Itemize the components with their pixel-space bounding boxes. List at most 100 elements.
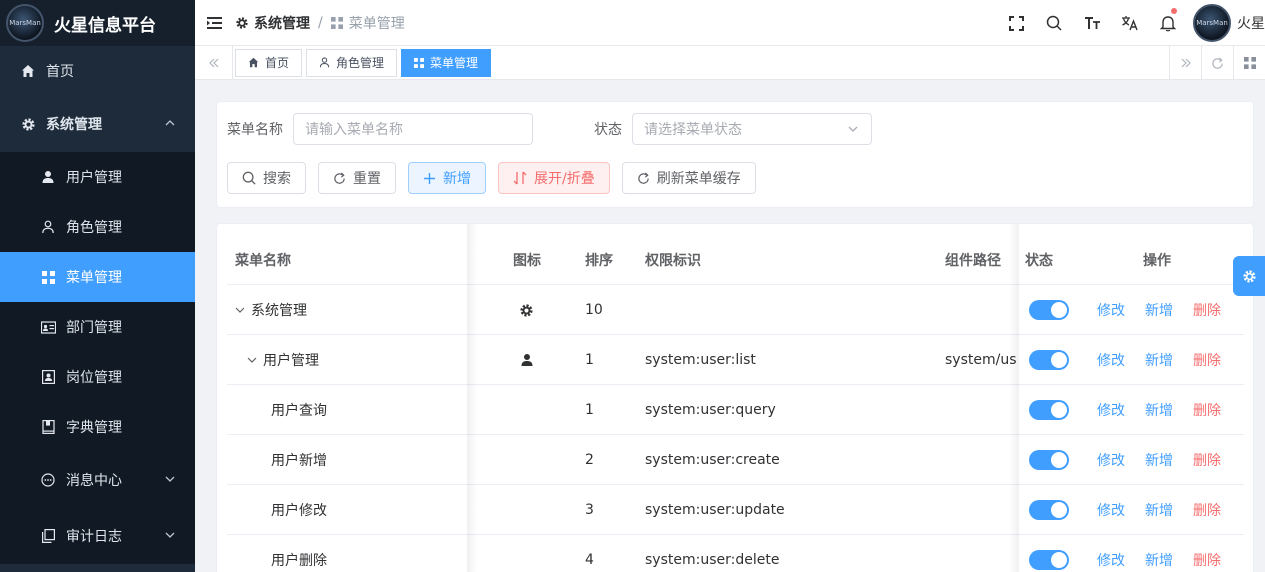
status-placeholder: 请选择菜单状态	[644, 122, 742, 138]
tab-menu[interactable]: 菜单管理	[401, 48, 492, 77]
table-row[interactable]: 用户删除 4 system:user:delete 修改 新增 删除	[227, 535, 1244, 572]
row-component	[945, 285, 1017, 335]
tab-role[interactable]: 角色管理	[306, 48, 398, 77]
expand-collapse-button[interactable]: 展开/折叠	[498, 162, 610, 194]
chevron-down-icon	[847, 123, 859, 139]
menu-name-placeholder: 请输入菜单名称	[305, 122, 403, 138]
delete-link[interactable]: 删除	[1193, 300, 1221, 320]
sidebar-item-system[interactable]: 系统管理	[0, 96, 195, 152]
edit-link[interactable]: 修改	[1097, 300, 1125, 320]
add-link[interactable]: 新增	[1145, 350, 1173, 370]
sidebar-item-label: 系统管理	[46, 117, 102, 133]
table-row[interactable]: 用户新增 2 system:user:create 修改 新增 删除	[227, 435, 1244, 485]
status-label: 状态	[594, 122, 622, 138]
bell-icon[interactable]	[1149, 0, 1187, 46]
sidebar-item-user[interactable]: 用户管理	[0, 152, 195, 202]
status-select[interactable]: 请选择菜单状态	[632, 113, 872, 145]
menu-name-input[interactable]: 请输入菜单名称	[293, 113, 533, 145]
search-icon[interactable]	[1035, 0, 1073, 46]
status-switch[interactable]	[1029, 385, 1069, 435]
user-name[interactable]: 火星	[1237, 13, 1265, 33]
top-navbar: 系统管理 / 菜单管理 MarsMan 火星	[195, 0, 1265, 46]
delete-link[interactable]: 删除	[1193, 350, 1221, 370]
grid-menu-icon[interactable]	[1233, 46, 1265, 80]
refresh-cache-button[interactable]: 刷新菜单缓存	[621, 162, 756, 194]
delete-link[interactable]: 删除	[1193, 400, 1221, 420]
row-name: 用户新增	[271, 453, 327, 469]
refresh-icon	[333, 172, 346, 185]
menu-name-label: 菜单名称	[227, 122, 283, 138]
row-sort: 10	[585, 302, 603, 318]
status-switch[interactable]	[1029, 485, 1069, 535]
status-switch[interactable]	[1029, 285, 1069, 335]
status-switch[interactable]	[1029, 535, 1069, 572]
double-chevron-right-icon[interactable]	[1169, 46, 1201, 80]
tab-home[interactable]: 首页	[235, 48, 303, 77]
row-name: 用户管理	[247, 335, 319, 385]
add-link[interactable]: 新增	[1145, 550, 1173, 570]
row-actions: 修改 新增 删除	[1097, 335, 1241, 385]
status-switch[interactable]	[1029, 335, 1069, 385]
edit-link[interactable]: 修改	[1097, 450, 1125, 470]
avatar-text: MarsMan	[1196, 19, 1228, 27]
add-link[interactable]: 新增	[1145, 300, 1173, 320]
reset-button[interactable]: 重置	[318, 162, 396, 194]
delete-link[interactable]: 删除	[1193, 550, 1221, 570]
user-outline-icon	[40, 219, 56, 235]
sidebar-item-role[interactable]: 角色管理	[0, 202, 195, 252]
chat-icon	[40, 472, 56, 488]
add-link[interactable]: 新增	[1145, 400, 1173, 420]
table-row[interactable]: 系统管理 10 修改 新增 删除	[227, 285, 1244, 335]
edit-link[interactable]: 修改	[1097, 400, 1125, 420]
sidebar-item-menu[interactable]: 菜单管理	[0, 252, 195, 302]
user-icon	[40, 169, 56, 185]
table-row[interactable]: 用户查询 1 system:user:query 修改 新增 删除	[227, 385, 1244, 435]
edit-link[interactable]: 修改	[1097, 500, 1125, 520]
table-row[interactable]: 用户修改 3 system:user:update 修改 新增 删除	[227, 485, 1244, 535]
add-link[interactable]: 新增	[1145, 450, 1173, 470]
user-icon	[520, 335, 534, 385]
translate-icon[interactable]	[1111, 0, 1149, 46]
refresh-icon[interactable]	[1201, 46, 1233, 80]
double-chevron-left-icon[interactable]	[195, 45, 233, 80]
sidebar-item-audit[interactable]: 审计日志	[0, 508, 195, 564]
search-form-row: 菜单名称 请输入菜单名称 状态 请选择菜单状态	[227, 113, 872, 145]
brand[interactable]: MarsMan 火星信息平台	[0, 0, 195, 46]
row-sort: 1	[585, 402, 594, 418]
chevron-down-icon[interactable]	[247, 355, 259, 365]
grid-icon	[414, 57, 425, 68]
avatar[interactable]: MarsMan	[1193, 4, 1231, 42]
row-name: 用户修改	[271, 503, 327, 519]
sidebar-item-dict[interactable]: 字典管理	[0, 402, 195, 452]
sidebar-item-post[interactable]: 岗位管理	[0, 352, 195, 402]
settings-button[interactable]	[1233, 256, 1265, 296]
row-perm: system:user:delete	[645, 552, 780, 568]
table-header: 菜单名称 图标 排序 权限标识 组件路径 状态 操作	[227, 235, 1244, 285]
grid-icon	[40, 269, 56, 285]
sidebar-item-home[interactable]: 首页	[0, 46, 195, 96]
breadcrumb: 系统管理 / 菜单管理	[235, 13, 405, 33]
delete-link[interactable]: 删除	[1193, 500, 1221, 520]
edit-link[interactable]: 修改	[1097, 350, 1125, 370]
chevron-down-icon[interactable]	[235, 305, 247, 315]
row-perm: system:user:query	[645, 402, 776, 418]
row-actions: 修改 新增 删除	[1097, 535, 1241, 572]
sidebar-item-label: 角色管理	[66, 220, 122, 236]
copy-icon	[40, 528, 56, 544]
brand-logo: MarsMan	[6, 4, 44, 42]
font-size-icon[interactable]	[1073, 0, 1111, 46]
edit-link[interactable]: 修改	[1097, 550, 1125, 570]
fullscreen-icon[interactable]	[997, 0, 1035, 46]
sidebar-item-dept[interactable]: 部门管理	[0, 302, 195, 352]
delete-link[interactable]: 删除	[1193, 450, 1221, 470]
sidebar-item-message[interactable]: 消息中心	[0, 452, 195, 508]
search-button[interactable]: 搜索	[227, 162, 306, 194]
add-link[interactable]: 新增	[1145, 500, 1173, 520]
hamburger-icon[interactable]	[195, 16, 235, 30]
status-switch[interactable]	[1029, 435, 1069, 485]
add-button[interactable]: 新增	[408, 162, 486, 194]
breadcrumb-item[interactable]: 系统管理	[235, 13, 310, 33]
table-row[interactable]: 用户管理 1 system:user:list system/use 修改 新增…	[227, 335, 1244, 385]
grid-icon	[330, 16, 343, 29]
plus-icon	[423, 172, 436, 185]
